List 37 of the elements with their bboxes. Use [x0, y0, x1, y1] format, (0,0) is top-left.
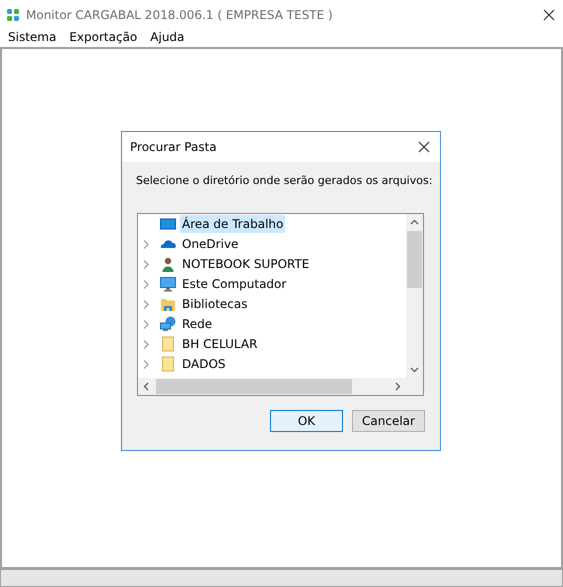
dialog-prompt: Selecione o diretório onde serão gerados os arquivos:	[136, 174, 434, 187]
chevron-icon[interactable]	[143, 300, 150, 308]
menu-item[interactable]: Ajuda	[150, 30, 184, 46]
tree-item[interactable]: Bibliotecas	[180, 295, 250, 313]
chevron-icon[interactable]	[143, 280, 150, 288]
person-icon	[160, 256, 176, 272]
network-icon	[160, 316, 176, 332]
tree-item[interactable]: Área de Trabalho	[180, 215, 286, 233]
tree-item[interactable]: Rede	[180, 315, 214, 333]
tree-item[interactable]: DADOS	[180, 355, 228, 373]
desktop-icon	[160, 216, 176, 232]
menu-item[interactable]: Sistema	[8, 30, 56, 46]
ok-button[interactable]: OK	[270, 410, 343, 432]
horizontal-scrollbar[interactable]	[138, 378, 406, 395]
tree-item[interactable]: NOTEBOOK SUPORTE	[180, 255, 312, 273]
vertical-scrollbar[interactable]	[406, 214, 423, 378]
window-title: Monitor CARGABAL 2018.006.1 ( EMPRESA TESTE )	[26, 8, 334, 22]
dialog-title: Procurar Pasta	[130, 140, 218, 154]
folder-icon	[160, 336, 176, 352]
app-logo-icon	[6, 7, 20, 23]
library-icon	[160, 296, 176, 312]
close-icon[interactable]	[543, 9, 555, 21]
chevron-icon[interactable]	[143, 320, 150, 328]
monitor-icon	[160, 276, 176, 292]
cancel-button[interactable]: Cancelar	[352, 410, 425, 432]
tree-item[interactable]: Este Computador	[180, 275, 288, 293]
scroll-thumb[interactable]	[407, 231, 422, 288]
chevron-icon[interactable]	[143, 260, 150, 268]
menu-item[interactable]: Exportação	[69, 30, 138, 46]
scroll-thumb[interactable]	[156, 379, 352, 394]
tree-item[interactable]: BH CELULAR	[180, 335, 260, 353]
chevron-icon[interactable]	[143, 240, 150, 248]
tree-item[interactable]: OneDrive	[180, 235, 240, 253]
close-icon[interactable]	[418, 141, 430, 153]
folder-icon	[160, 356, 176, 372]
chevron-icon[interactable]	[143, 360, 150, 368]
chevron-icon[interactable]	[143, 340, 150, 348]
